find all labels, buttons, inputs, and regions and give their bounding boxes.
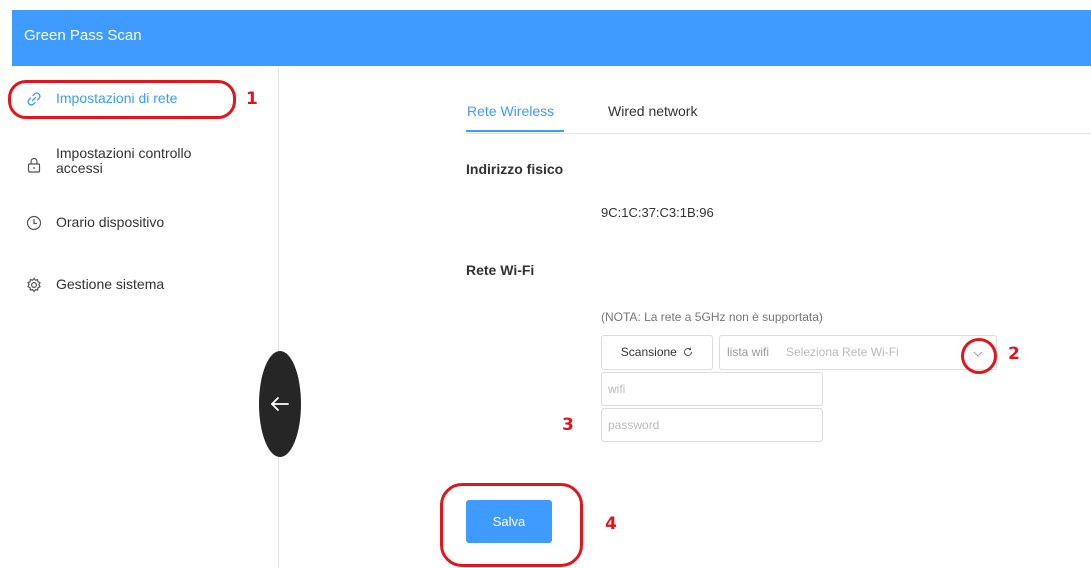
active-tab-indicator bbox=[466, 130, 564, 132]
sidebar-item-label-line1: Impostazioni controllo bbox=[56, 145, 192, 161]
app-header: Green Pass Scan bbox=[12, 10, 1091, 66]
arrow-left-icon bbox=[271, 397, 289, 411]
refresh-icon bbox=[680, 345, 693, 359]
wifi-list-placeholder: Seleziona Rete Wi-Fi bbox=[786, 345, 899, 359]
annotation-number-2: 2 bbox=[1008, 344, 1020, 364]
lock-icon bbox=[26, 157, 42, 173]
sidebar-item-label: Gestione sistema bbox=[56, 276, 165, 292]
annotation-oval-2 bbox=[961, 338, 997, 374]
password-input[interactable] bbox=[601, 408, 823, 442]
annotation-oval-4 bbox=[440, 483, 583, 567]
clock-icon bbox=[26, 215, 42, 231]
scan-button[interactable]: Scansione bbox=[601, 335, 713, 370]
tab-wireless[interactable]: Rete Wireless bbox=[467, 103, 554, 119]
scan-button-label: Scansione bbox=[620, 345, 677, 359]
sidebar-item-system-management[interactable]: Gestione sistema bbox=[12, 276, 278, 294]
sidebar-item-device-time[interactable]: Orario dispositivo bbox=[12, 214, 278, 232]
sidebar-item-access-control[interactable]: Impostazioni controllo accessi bbox=[12, 146, 278, 180]
wifi-list-select[interactable]: lista wifi Seleziona Rete Wi-Fi bbox=[719, 335, 997, 370]
mac-title: Indirizzo fisico bbox=[466, 161, 564, 177]
gear-icon bbox=[26, 277, 42, 293]
wifi-title: Rete Wi-Fi bbox=[466, 262, 535, 278]
ssid-input[interactable] bbox=[601, 372, 823, 406]
sidebar-item-label: Orario dispositivo bbox=[56, 214, 165, 230]
sidebar: Impostazioni di rete Impostazioni contro… bbox=[12, 66, 279, 568]
mac-value: 9C:1C:37:C3:1B:96 bbox=[601, 205, 714, 220]
tab-wired[interactable]: Wired network bbox=[608, 103, 697, 119]
tab-bar: Rete Wireless Wired network bbox=[466, 100, 1091, 134]
app-title: Green Pass Scan bbox=[24, 27, 142, 44]
wifi-note: (NOTA: La rete a 5GHz non è supportata) bbox=[601, 310, 823, 324]
sidebar-item-label: Impostazioni controllo accessi bbox=[56, 146, 191, 176]
sidebar-item-label-line2: accessi bbox=[56, 160, 103, 176]
annotation-number-1: 1 bbox=[246, 89, 258, 109]
annotation-number-4: 4 bbox=[605, 514, 617, 534]
wifi-list-label: lista wifi bbox=[727, 345, 770, 359]
annotation-number-3: 3 bbox=[562, 415, 574, 435]
back-button[interactable] bbox=[259, 351, 301, 457]
annotation-oval-1 bbox=[8, 80, 236, 119]
left-margin bbox=[0, 0, 12, 568]
